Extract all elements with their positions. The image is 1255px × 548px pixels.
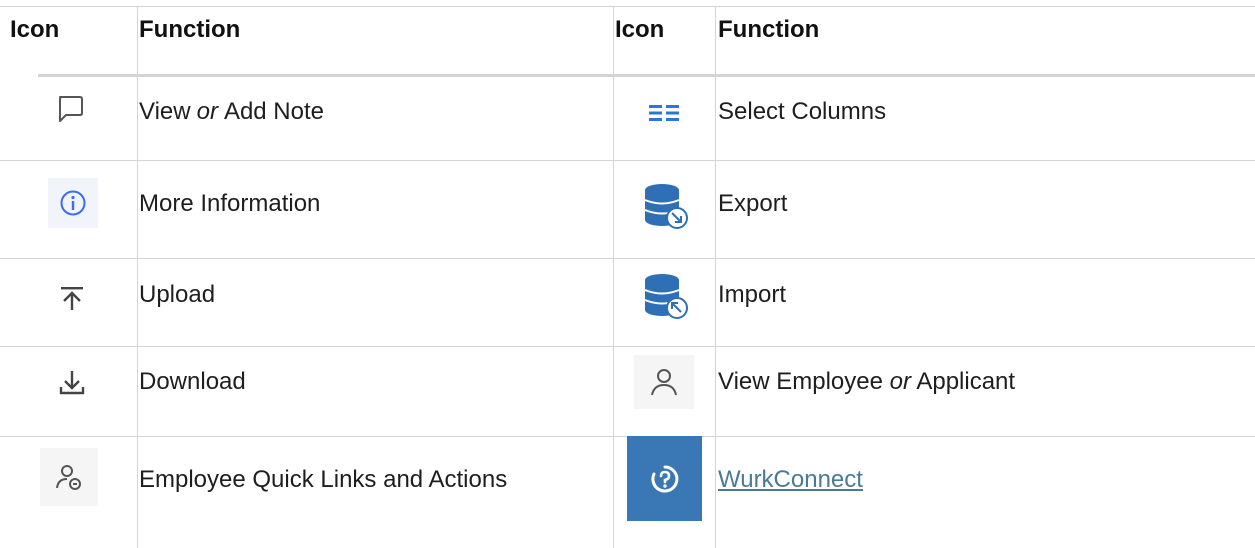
wurkconnect-link[interactable]: WurkConnect — [718, 466, 863, 494]
header-label: Icon — [615, 16, 665, 43]
header-icon-right: Icon — [615, 10, 664, 50]
row-divider — [0, 160, 1255, 161]
label-text: Download — [139, 368, 246, 395]
label-emphasis: or — [196, 98, 218, 125]
label-text: View — [139, 98, 191, 125]
label-text: Select Columns — [718, 98, 887, 125]
header-icon-left: Icon — [10, 10, 59, 50]
wurkconnect-icon — [627, 436, 702, 521]
label-emphasis: or — [889, 368, 911, 395]
column-divider — [715, 6, 716, 548]
person-icon — [634, 355, 694, 409]
table-cell-function: View or Add Note — [139, 90, 324, 134]
label-text: More Information — [139, 190, 321, 217]
download-arrow-icon — [50, 360, 94, 404]
header-function-left: Function — [139, 10, 240, 50]
info-circle-icon — [48, 178, 98, 228]
table-cell-function: Upload — [139, 273, 215, 317]
header-label: Function — [139, 16, 241, 43]
label-text: View Employee — [718, 368, 890, 395]
label-text: Upload — [139, 281, 216, 308]
column-divider — [137, 6, 138, 548]
table-cell-function: Employee Quick Links and Actions — [139, 458, 507, 502]
label-text: Import — [718, 281, 787, 308]
table-cell-function: Select Columns — [718, 90, 886, 134]
table-cell-function: Download — [139, 360, 246, 404]
row-divider — [0, 258, 1255, 259]
label-text: Employee Quick Links and Actions — [139, 466, 508, 493]
label-text: Applicant — [911, 368, 1016, 395]
columns-list-icon — [630, 96, 700, 130]
table-cell-function: WurkConnect — [718, 458, 863, 502]
label-text: Add Note — [223, 98, 325, 125]
label-text: Export — [718, 190, 788, 217]
header-label: Function — [718, 16, 820, 43]
row-divider — [0, 346, 1255, 347]
column-divider — [613, 6, 614, 548]
database-import-icon — [636, 266, 696, 326]
table-cell-function: More Information — [139, 182, 320, 226]
table-cell-function: View Employee or Applicant — [718, 360, 1015, 404]
icon-reference-table: Icon Function Icon Function View or Add … — [0, 0, 1255, 548]
database-export-icon — [636, 176, 696, 236]
upload-arrow-icon — [50, 276, 94, 320]
header-top-rule — [0, 6, 1255, 7]
table-cell-function: Import — [718, 273, 786, 317]
header-bottom-rule — [38, 74, 1255, 77]
speech-bubble-note-icon — [40, 78, 100, 140]
header-function-right: Function — [718, 10, 819, 50]
person-link-icon — [40, 448, 98, 506]
header-label: Icon — [10, 16, 60, 43]
table-cell-function: Export — [718, 182, 787, 226]
